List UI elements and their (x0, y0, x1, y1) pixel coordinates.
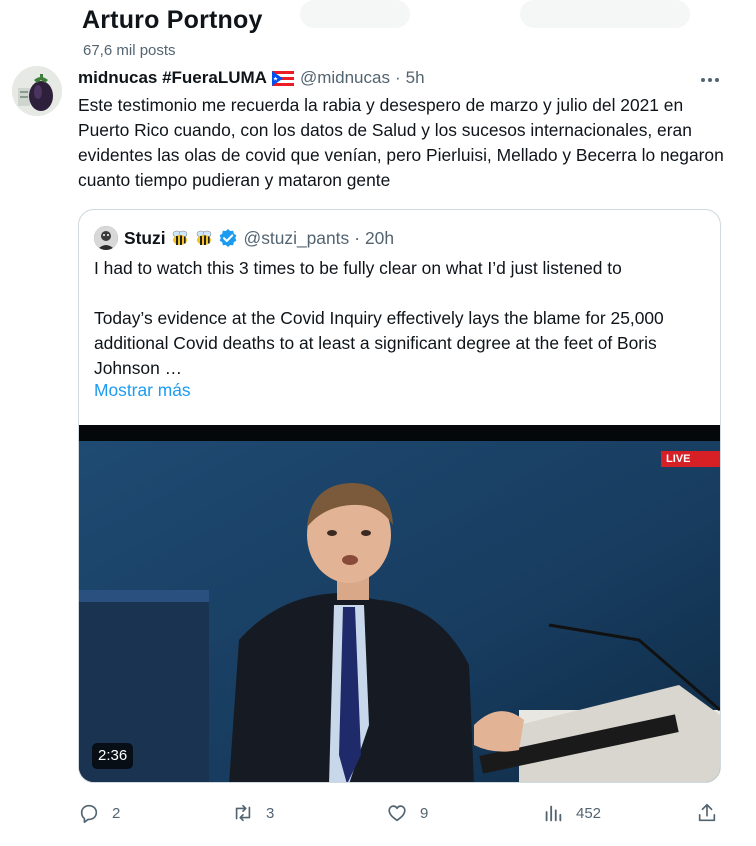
quoted-author-display-name[interactable]: Stuzi (124, 228, 166, 249)
like-button[interactable]: 9 (386, 796, 428, 830)
blurred-background (520, 0, 690, 28)
blurred-background (300, 0, 410, 28)
quoted-avatar-image (94, 226, 118, 250)
views-icon (545, 805, 562, 822)
quoted-author-avatar[interactable] (94, 226, 118, 250)
eggplant-avatar-image (12, 66, 62, 116)
repost-button[interactable]: 3 (232, 796, 274, 830)
quoted-tweet-timestamp[interactable]: 20h (365, 228, 394, 249)
profile-name[interactable]: Arturo Portnoy (82, 6, 263, 35)
separator-dot: · (394, 68, 401, 87)
quoted-tweet-text: I had to watch this 3 times to be fully … (94, 256, 709, 381)
quoted-tweet-header: Stuzi @stuzi_pants · 20h (124, 225, 394, 251)
tweet-timestamp[interactable]: 5h (406, 68, 425, 88)
author-display-name[interactable]: midnucas #FueraLUMA (78, 68, 267, 88)
share-icon (698, 803, 716, 822)
reply-count: 2 (112, 804, 121, 822)
views-button[interactable]: 452 (542, 796, 601, 830)
share-button[interactable] (696, 796, 718, 830)
quoted-tweet-card[interactable]: Stuzi @stuzi_pants · 20h I had to watch … (78, 209, 721, 783)
tweet-action-bar: 2 3 9 452 (78, 796, 724, 830)
author-avatar[interactable] (12, 66, 62, 116)
separator-dot: · (354, 227, 360, 248)
more-options-button[interactable] (698, 70, 722, 90)
quoted-tweet-paragraph: I had to watch this 3 times to be fully … (94, 258, 622, 278)
bee-emoji-icon (170, 228, 190, 248)
post-count: 67,6 mil posts (83, 42, 176, 59)
heart-icon (388, 805, 406, 822)
video-duration: 2:36 (92, 743, 134, 769)
view-count: 452 (576, 804, 602, 822)
verified-badge-icon (218, 228, 238, 248)
quoted-author-handle[interactable]: @stuzi_pants (244, 228, 350, 249)
repost-icon (235, 804, 251, 822)
bee-emoji-icon (194, 228, 214, 248)
profile-header: Arturo Portnoy 67,6 mil posts (0, 0, 756, 68)
reply-button[interactable]: 2 (78, 796, 120, 830)
quoted-tweet-paragraph: Today’s evidence at the Covid Inquiry ef… (94, 308, 664, 378)
tweet-header: midnucas #FueraLUMA @midnucas · 5h (78, 66, 425, 90)
live-badge: LIVE (661, 451, 720, 467)
tweet-text: Este testimonio me recuerda la rabia y d… (78, 95, 724, 190)
more-horizontal-icon (701, 78, 719, 82)
puerto-rico-flag-icon (271, 70, 294, 86)
video-frame-image (79, 425, 720, 782)
author-handle[interactable]: @midnucas (300, 68, 390, 88)
reply-icon (80, 804, 98, 823)
video-player[interactable]: LIVE 2:36 (79, 425, 720, 782)
like-count: 9 (420, 804, 429, 822)
show-more-link[interactable]: Mostrar más (94, 380, 191, 401)
repost-count: 3 (266, 804, 275, 822)
